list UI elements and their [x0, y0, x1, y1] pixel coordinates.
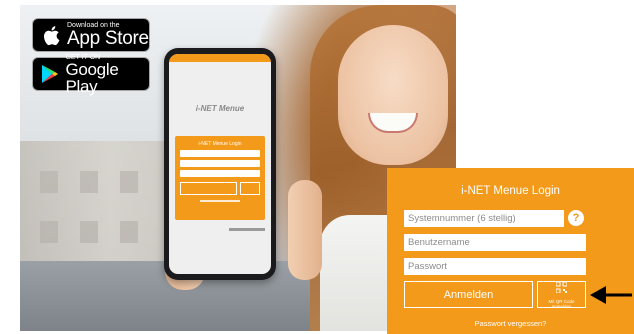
phone-qr-button: [240, 182, 260, 195]
login-button[interactable]: Anmelden: [404, 281, 533, 308]
app-store-big-text: App Store: [67, 28, 149, 49]
google-play-big-text: Google Play: [65, 59, 119, 96]
phone-login-button: [180, 182, 237, 195]
qr-login-button[interactable]: Mit QR Code anmelden: [537, 280, 586, 309]
forgot-password-link[interactable]: Passwort vergessen?: [387, 319, 634, 328]
phone-footer: [229, 228, 265, 231]
google-play-badge[interactable]: GET IT ON Google Play: [32, 54, 150, 95]
phone-app-logo: i-NET Menue: [195, 104, 245, 113]
qr-login-label: Mit QR Code anmelden: [548, 299, 575, 309]
phone-forgot-link: [200, 200, 240, 202]
right-hand: [288, 180, 322, 280]
system-number-input[interactable]: [404, 210, 564, 227]
app-store-badge[interactable]: Download on the App Store: [32, 18, 150, 52]
phone-screen: i-NET Menue i-NET Menue Login: [169, 54, 271, 274]
phone-field-system: [180, 150, 260, 157]
smartphone: i-NET Menue i-NET Menue Login: [164, 48, 276, 280]
google-play-icon: [39, 64, 61, 84]
help-icon[interactable]: ?: [568, 210, 584, 226]
login-title: i-NET Menue Login: [461, 185, 560, 197]
phone-status-bar: [169, 54, 271, 62]
qr-code-icon: [555, 280, 568, 298]
phone-login-card: i-NET Menue Login: [175, 136, 265, 220]
woman-face: [338, 25, 448, 165]
phone-button-row: [180, 182, 260, 195]
password-input[interactable]: [404, 258, 586, 275]
phone-field-user: [180, 160, 260, 167]
apple-icon: [39, 25, 63, 46]
username-input[interactable]: [404, 234, 586, 251]
phone-field-password: [180, 170, 260, 177]
phone-login-title: i-NET Menue Login: [198, 141, 242, 147]
arrow-left-icon: [590, 285, 632, 310]
